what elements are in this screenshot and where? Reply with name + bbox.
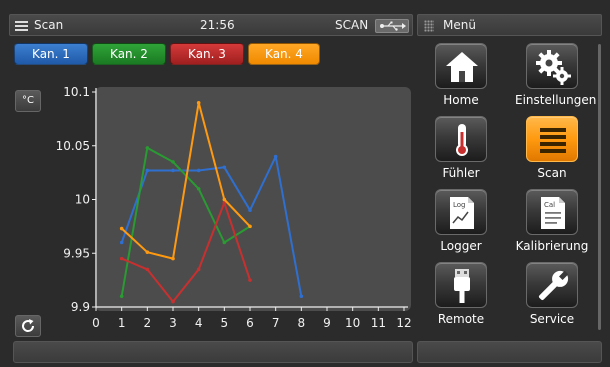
data-point <box>222 165 227 170</box>
menu-title: Menü <box>443 18 476 32</box>
cal-document-icon: Cal <box>541 197 565 229</box>
menu-item-label: Fühler <box>442 166 480 180</box>
data-point <box>299 294 304 299</box>
data-point <box>171 256 175 261</box>
x-tick-label: 12 <box>396 316 411 330</box>
menu-item-scan[interactable]: Scan <box>515 116 589 180</box>
series-line-1 <box>120 155 303 297</box>
data-point <box>196 168 201 173</box>
svg-text:Log: Log <box>453 201 466 209</box>
data-point <box>145 168 150 173</box>
data-point <box>248 278 252 282</box>
series-line-3 <box>121 201 251 303</box>
x-tick-label: 9 <box>323 316 331 330</box>
x-tick-label: 1 <box>118 316 126 330</box>
x-tick-label: 11 <box>371 316 386 330</box>
menu-item-remote[interactable]: Remote <box>424 262 498 326</box>
data-point <box>145 267 150 272</box>
y-tick-label: 10 <box>75 193 90 207</box>
data-point <box>145 250 150 254</box>
x-tick-label: 8 <box>298 316 306 330</box>
x-tick-label: 6 <box>246 316 254 330</box>
menu-item-logger[interactable]: Log Logger <box>424 189 498 253</box>
menu-item-label: Home <box>443 93 479 107</box>
message-bar <box>13 341 413 363</box>
temperature-chart: 10.110.05109.959.90 1 2 3 4 5 6 7 8 9 10 11 12 <box>56 85 412 330</box>
gears-icon <box>536 50 571 85</box>
y-tick-label: 10.05 <box>56 139 90 153</box>
menu-item-calibration[interactable]: Cal Kalibrierung <box>515 189 589 253</box>
x-tick-label: 7 <box>272 316 280 330</box>
data-point <box>196 186 201 191</box>
x-tick-label: 3 <box>169 316 177 330</box>
data-point <box>171 160 175 164</box>
scan-screen: Scan 21:56 SCAN Menü Kan. 1 Kan. 2 Kan. … <box>0 0 610 367</box>
data-point <box>171 168 175 173</box>
data-point <box>248 208 252 213</box>
data-point <box>119 256 124 261</box>
y-tick-label: 9.95 <box>63 246 90 260</box>
y-tick-label: 10.1 <box>63 85 90 99</box>
x-tick-label: 10 <box>345 316 360 330</box>
x-tick-label: 5 <box>221 316 229 330</box>
data-point <box>145 146 150 150</box>
x-tick-label: 4 <box>195 316 203 330</box>
x-tick-label: 2 <box>144 316 152 330</box>
menu-item-settings[interactable]: Einstellungen <box>515 43 597 107</box>
menu-item-label: Service <box>529 312 575 326</box>
grip-icon <box>424 20 434 32</box>
menu-footer-bar <box>417 341 602 363</box>
data-point <box>196 267 201 272</box>
x-tick-label: 0 <box>92 316 100 330</box>
menu-item-label: Kalibrierung <box>515 239 589 253</box>
menu-item-label: Logger <box>440 239 482 253</box>
data-point <box>222 197 227 202</box>
log-document-icon: Log <box>450 197 474 229</box>
data-point <box>222 240 227 245</box>
thermometer-icon <box>456 124 468 156</box>
menu-item-label: Scan <box>537 166 567 180</box>
data-point <box>119 240 124 245</box>
data-point <box>119 226 124 231</box>
data-point <box>248 224 252 229</box>
menu-scrollbar[interactable] <box>598 44 601 330</box>
scan-bars-icon <box>540 128 566 153</box>
usb-plug-icon <box>454 269 470 303</box>
menu-item-service[interactable]: Service <box>515 262 589 326</box>
y-tick-label: 9.9 <box>71 300 90 314</box>
menu-item-label: Einstellungen <box>515 93 597 107</box>
menu-item-home[interactable]: Home <box>424 43 498 107</box>
menu-header: Menü <box>417 14 602 36</box>
home-icon <box>446 52 478 82</box>
data-point <box>273 154 278 159</box>
data-point <box>119 294 124 299</box>
data-point <box>171 299 175 304</box>
wrench-icon <box>538 270 569 301</box>
menu-item-label: Remote <box>437 312 485 326</box>
data-point <box>196 100 201 105</box>
svg-text:Cal: Cal <box>544 201 555 209</box>
menu-item-sensors[interactable]: Fühler <box>424 116 498 180</box>
